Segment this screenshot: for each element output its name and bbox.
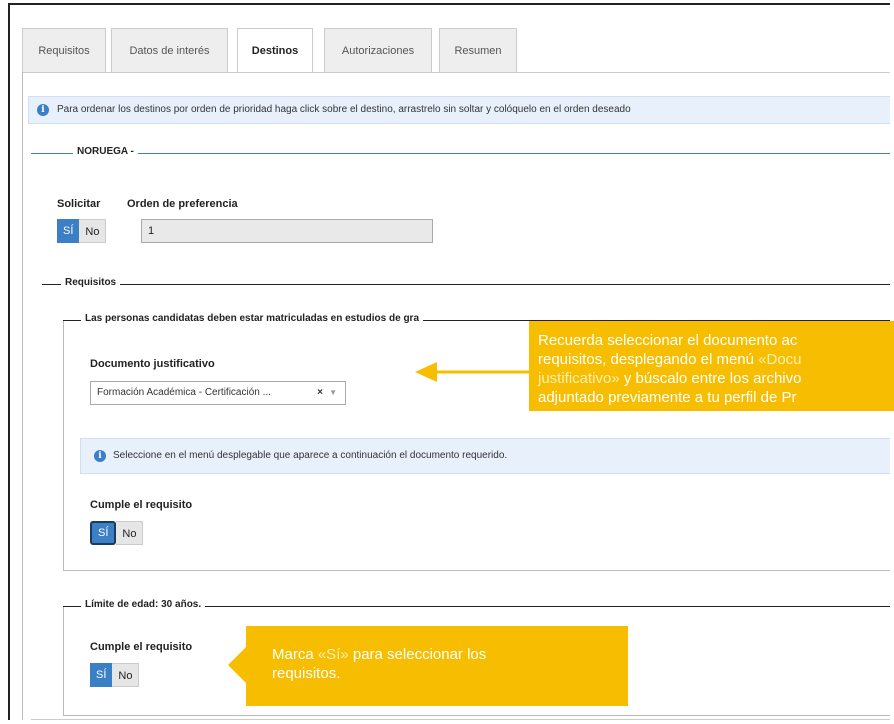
req1-info: i Seleccione en el menú desplegable que … xyxy=(80,438,890,474)
callout-line: adjuntado previamente a tu perfil de Pr xyxy=(538,389,797,406)
req2-yes-button[interactable]: SÍ xyxy=(90,663,113,687)
clear-icon[interactable]: × xyxy=(317,382,323,404)
doc-select[interactable]: Formación Académica - Certificación ... … xyxy=(90,381,346,405)
tab-autorizaciones[interactable]: Autorizaciones xyxy=(324,28,432,72)
info-banner-text: Para ordenar los destinos por orden de p… xyxy=(57,104,631,115)
callout-marca: Marca «Sí» para seleccionar los requisit… xyxy=(246,626,628,706)
callout-line: Marca «Sí» para seleccionar los xyxy=(272,645,628,664)
chevron-down-icon[interactable]: ▼ xyxy=(329,382,337,404)
callout-text: para seleccionar los xyxy=(348,646,487,663)
callout-line: justificativo» y búscalo entre los archi… xyxy=(538,369,894,388)
panel-left-border xyxy=(22,72,23,720)
info-icon: i xyxy=(37,104,49,116)
requisitos-line xyxy=(42,284,890,285)
solicitar-yes-button[interactable]: SÍ xyxy=(57,219,80,243)
req2-cumple-toggle[interactable]: SÍ No xyxy=(90,663,140,687)
tab-datos-de-interes[interactable]: Datos de interés xyxy=(111,28,228,72)
callout-text: Marca xyxy=(272,646,318,663)
tab-resumen[interactable]: Resumen xyxy=(439,28,517,72)
info-icon: i xyxy=(94,450,106,462)
callout-arrow-icon xyxy=(415,362,530,382)
callout-highlight: «Sí» xyxy=(317,646,349,663)
callout-pointer-icon xyxy=(228,645,248,685)
callout-highlight: «Docu xyxy=(758,351,802,368)
requisitos-legend: Requisitos xyxy=(61,277,121,288)
req1-cumple-toggle[interactable]: SÍ No xyxy=(90,521,144,545)
solicitar-toggle[interactable]: SÍ No xyxy=(57,219,107,243)
tab-requisitos[interactable]: Requisitos xyxy=(22,28,106,72)
req2-cumple-label: Cumple el requisito xyxy=(90,641,193,653)
callout-line: requisitos. xyxy=(272,665,341,682)
solicitar-no-button[interactable]: No xyxy=(79,219,107,243)
callout-line: Recuerda seleccionar el documento ac xyxy=(538,332,798,349)
tab-divider xyxy=(22,72,890,73)
info-banner: i Para ordenar los destinos por orden de… xyxy=(28,96,890,124)
solicitar-label: Solicitar xyxy=(57,198,101,210)
req1-yes-button[interactable]: SÍ xyxy=(90,521,117,545)
req2-legend: Límite de edad: 30 años. xyxy=(81,599,206,610)
bottom-divider xyxy=(31,719,890,720)
req1-cumple-label: Cumple el requisito xyxy=(90,499,193,511)
req1-info-text: Seleccione en el menú desplegable que ap… xyxy=(113,450,508,461)
doc-label: Documento justificativo xyxy=(90,358,215,370)
destination-line xyxy=(31,153,890,154)
destination-name: NORUEGA - xyxy=(73,146,138,157)
callout-text: requisitos, desplegando el menú xyxy=(538,351,759,368)
callout-line: requisitos, desplegando el menú «Docu xyxy=(538,350,894,369)
callout-highlight: justificativo» xyxy=(538,370,620,387)
req1-legend: Las personas candidatas deben estar matr… xyxy=(81,313,424,324)
callout-document: Recuerda seleccionar el documento ac req… xyxy=(529,321,894,411)
orden-field[interactable]: 1 xyxy=(141,219,433,243)
req1-no-button[interactable]: No xyxy=(116,521,144,545)
tab-destinos[interactable]: Destinos xyxy=(237,28,313,73)
req2-no-button[interactable]: No xyxy=(112,663,140,687)
doc-select-value: Formación Académica - Certificación ... xyxy=(97,387,271,398)
callout-text: y búscalo entre los archivo xyxy=(619,370,802,387)
orden-label: Orden de preferencia xyxy=(127,198,238,210)
